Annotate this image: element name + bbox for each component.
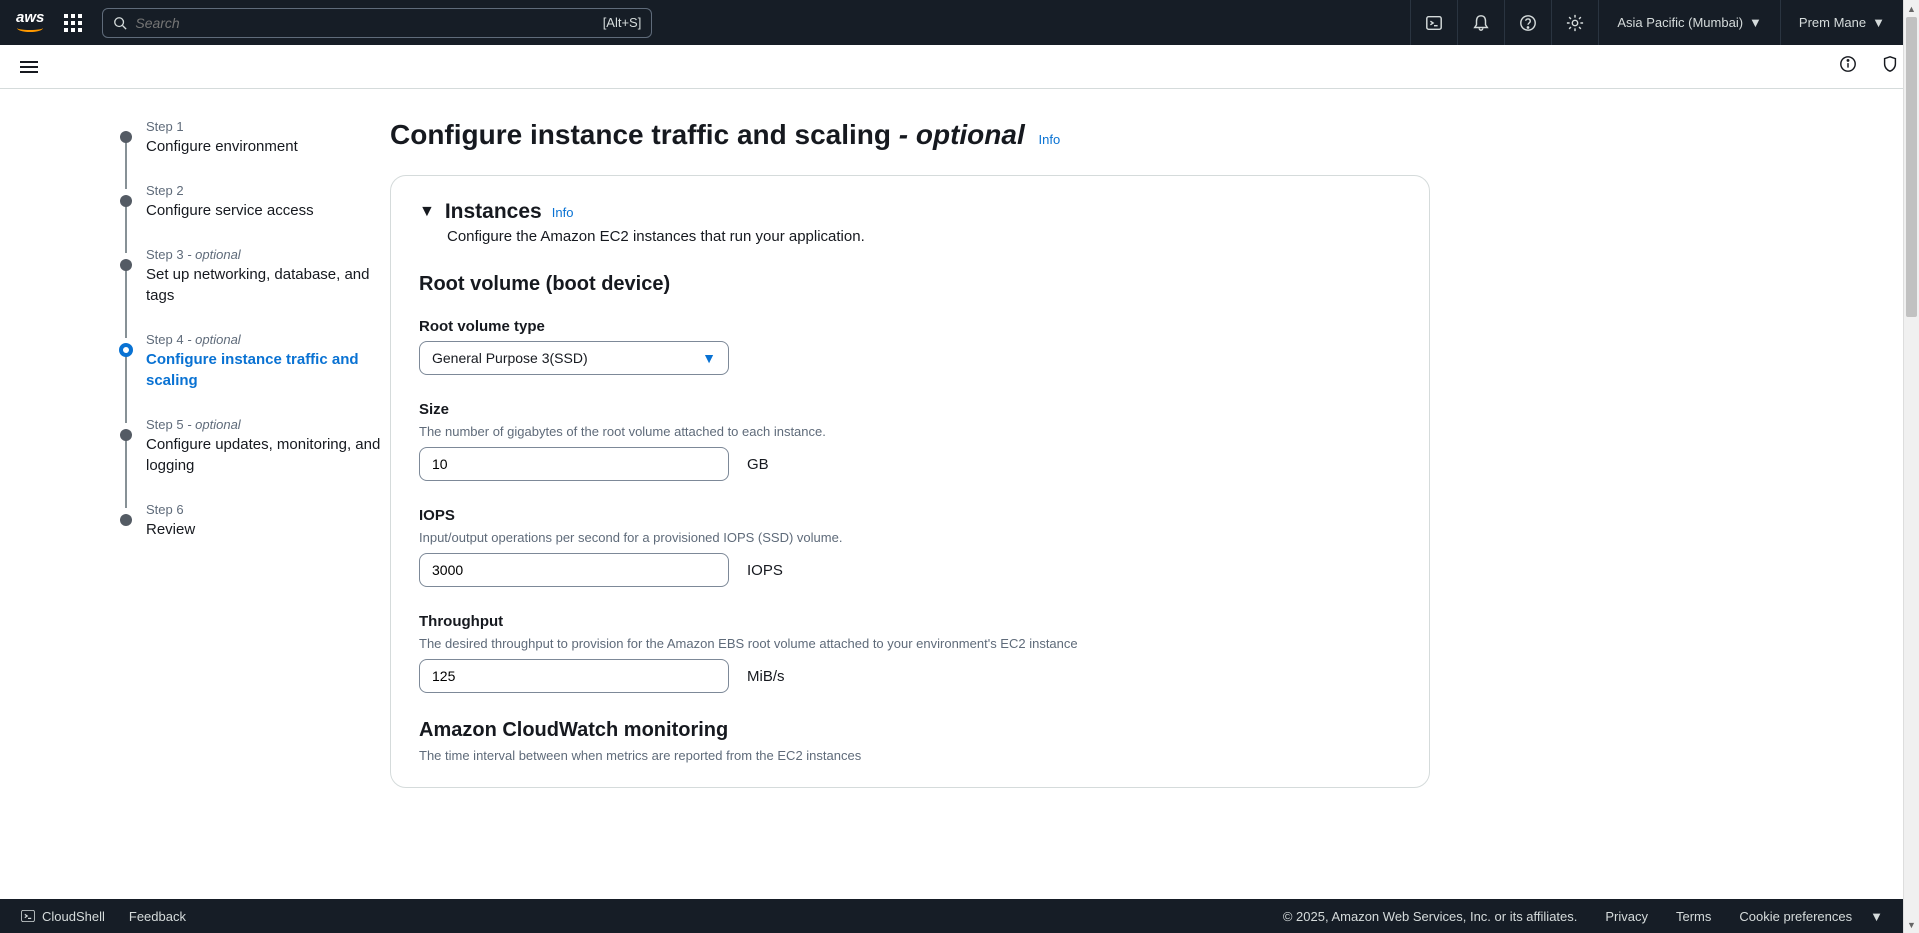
- top-nav: aws [Alt+S] Asia Pacific (Mumbai)▼ Prem …: [0, 0, 1919, 45]
- chevron-down-icon: ▼: [1749, 15, 1762, 30]
- size-input[interactable]: [419, 447, 729, 481]
- root-volume-heading: Root volume (boot device): [419, 273, 1401, 296]
- wizard-stepper: Step 1 Configure environment Step 2 Conf…: [120, 119, 390, 788]
- services-menu-icon[interactable]: [64, 14, 82, 32]
- scroll-up-icon[interactable]: ▲: [1904, 0, 1919, 17]
- terms-link[interactable]: Terms: [1676, 909, 1711, 924]
- step-review[interactable]: Step 6 Review: [120, 502, 390, 566]
- throughput-label: Throughput: [419, 613, 1401, 630]
- search-shortcut: [Alt+S]: [603, 15, 642, 30]
- step-updates-monitoring-logging[interactable]: Step 5 - optional Configure updates, mon…: [120, 417, 390, 502]
- instances-title: Instances: [445, 200, 542, 224]
- instances-panel: ▼ Instances Info Configure the Amazon EC…: [390, 175, 1430, 788]
- settings-icon[interactable]: [1551, 0, 1598, 45]
- cloudshell-button[interactable]: CloudShell: [20, 908, 105, 924]
- throughput-input[interactable]: [419, 659, 729, 693]
- throughput-helper: The desired throughput to provision for …: [419, 636, 1401, 651]
- root-volume-type-select[interactable]: General Purpose 3(SSD) ▼: [419, 341, 729, 375]
- size-unit: GB: [747, 456, 769, 473]
- step-networking-database-tags[interactable]: Step 3 - optional Set up networking, dat…: [120, 247, 390, 332]
- instances-desc: Configure the Amazon EC2 instances that …: [447, 228, 1401, 245]
- search-box[interactable]: [Alt+S]: [102, 8, 652, 38]
- throughput-unit: MiB/s: [747, 668, 785, 685]
- iops-unit: IOPS: [747, 562, 783, 579]
- sub-header-bar: [0, 45, 1919, 89]
- info-icon[interactable]: [1839, 55, 1857, 78]
- footer-bar: CloudShell Feedback © 2025, Amazon Web S…: [0, 899, 1903, 933]
- step-configure-service-access[interactable]: Step 2 Configure service access: [120, 183, 390, 247]
- cloudshell-icon[interactable]: [1410, 0, 1457, 45]
- iops-input[interactable]: [419, 553, 729, 587]
- size-helper: The number of gigabytes of the root volu…: [419, 424, 1401, 439]
- step-configure-environment[interactable]: Step 1 Configure environment: [120, 119, 390, 183]
- footer-expand-icon[interactable]: ▼: [1870, 909, 1883, 924]
- iops-helper: Input/output operations per second for a…: [419, 530, 1401, 545]
- chevron-down-icon: ▼: [1872, 15, 1885, 30]
- side-menu-toggle[interactable]: [20, 58, 38, 76]
- notifications-icon[interactable]: [1457, 0, 1504, 45]
- scroll-thumb[interactable]: [1906, 17, 1917, 317]
- copyright-text: © 2025, Amazon Web Services, Inc. or its…: [1283, 909, 1578, 924]
- region-selector[interactable]: Asia Pacific (Mumbai)▼: [1598, 0, 1780, 45]
- aws-logo[interactable]: aws: [16, 13, 44, 33]
- page-body: Step 1 Configure environment Step 2 Conf…: [0, 89, 1919, 818]
- search-input[interactable]: [127, 15, 602, 31]
- scroll-down-icon[interactable]: ▼: [1904, 916, 1919, 933]
- chevron-down-icon: ▼: [702, 350, 716, 366]
- help-icon[interactable]: [1504, 0, 1551, 45]
- cloudwatch-desc: The time interval between when metrics a…: [419, 748, 1401, 763]
- feedback-link[interactable]: Feedback: [129, 909, 186, 924]
- collapse-toggle-icon[interactable]: ▼: [419, 203, 435, 221]
- cloudwatch-title: Amazon CloudWatch monitoring: [419, 719, 1401, 742]
- step-instance-traffic-scaling[interactable]: Step 4 - optional Configure instance tra…: [120, 332, 390, 417]
- content-area: Configure instance traffic and scaling -…: [390, 119, 1430, 788]
- privacy-link[interactable]: Privacy: [1605, 909, 1648, 924]
- size-label: Size: [419, 401, 1401, 418]
- info-link[interactable]: Info: [1039, 132, 1061, 147]
- iops-label: IOPS: [419, 507, 1401, 524]
- search-icon: [113, 16, 127, 30]
- info-link[interactable]: Info: [552, 205, 574, 220]
- page-title: Configure instance traffic and scaling -…: [390, 119, 1430, 151]
- root-volume-type-label: Root volume type: [419, 318, 1401, 335]
- user-menu[interactable]: Prem Mane▼: [1780, 0, 1903, 45]
- cookies-link[interactable]: Cookie preferences: [1739, 909, 1852, 924]
- shield-icon[interactable]: [1881, 55, 1899, 78]
- scrollbar[interactable]: ▲ ▼: [1903, 0, 1919, 933]
